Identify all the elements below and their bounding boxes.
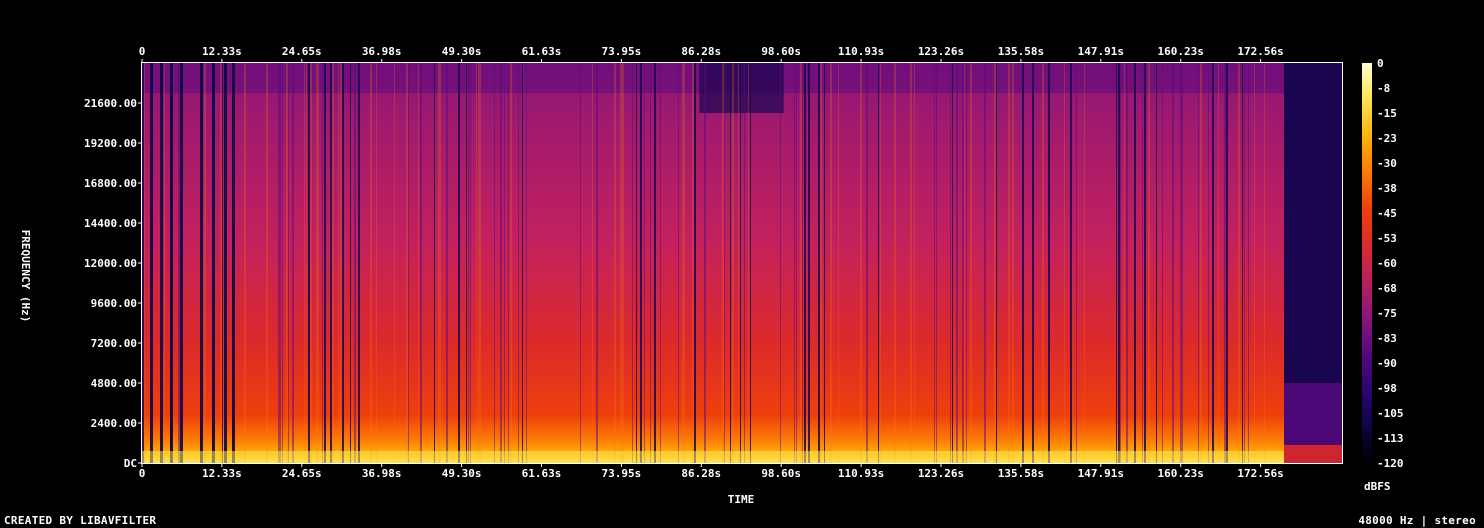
x-tick-top-label: 12.33s (202, 45, 242, 58)
colorbar-scale (1362, 63, 1372, 463)
x-tick-top-label: 61.63s (522, 45, 562, 58)
x-tick-top-label: 0 (139, 45, 146, 58)
x-tick-bottom-label: 61.63s (522, 467, 562, 480)
x-tick-bottom-label: 110.93s (838, 467, 884, 480)
colorbar-tick-label: -53 (1377, 232, 1397, 245)
colorbar-tick-label: -8 (1377, 82, 1390, 95)
colorbar-tick-label: -60 (1377, 257, 1397, 270)
x-axis-label: TIME (728, 493, 755, 506)
colorbar-label: dBFS (1364, 480, 1391, 493)
y-tick-label: 7200.00 (91, 337, 137, 350)
x-tick-top-label: 147.91s (1078, 45, 1124, 58)
y-tick-label: 21600.00 (84, 97, 137, 110)
colorbar-tick-label: 0 (1377, 57, 1384, 70)
colorbar-tick-label: -30 (1377, 157, 1397, 170)
x-tick-bottom-label: 12.33s (202, 467, 242, 480)
x-tick-bottom-label: 147.91s (1078, 467, 1124, 480)
colorbar-tick-label: -15 (1377, 107, 1397, 120)
x-tick-top-label: 73.95s (602, 45, 642, 58)
x-tick-top-label: 160.23s (1158, 45, 1204, 58)
y-axis-label: FREQUENCY (Hz) (19, 230, 32, 323)
x-tick-bottom-label: 73.95s (602, 467, 642, 480)
colorbar-tick-label: -83 (1377, 332, 1397, 345)
x-tick-bottom-label: 135.58s (998, 467, 1044, 480)
x-axis-top: 0 12.33s 24.65s 36.98s 49.30s 61.63s 73.95s 86.… (139, 45, 1284, 63)
plot-area (142, 63, 1342, 463)
x-tick-top-label: 36.98s (362, 45, 402, 58)
x-tick-top-label: 86.28s (681, 45, 721, 58)
x-tick-bottom-label: 98.60s (761, 467, 801, 480)
x-tick-bottom-label: 172.56s (1237, 467, 1283, 480)
x-tick-bottom-label: 123.26s (918, 467, 964, 480)
y-tick-label: 14400.00 (84, 217, 137, 230)
x-tick-bottom-label: 49.30s (442, 467, 482, 480)
spectrogram-chart: 0 12.33s 24.65s 36.98s 49.30s 61.63s 73.95s 86.… (19, 45, 1404, 506)
y-tick-label: 9600.00 (91, 297, 137, 310)
colorbar-tick-label: -68 (1377, 282, 1397, 295)
created-by-label: CREATED BY LIBAVFILTER (4, 514, 157, 527)
colorbar-tick-label: -90 (1377, 357, 1397, 370)
x-tick-bottom-label: 24.65s (282, 467, 322, 480)
x-tick-top-label: 172.56s (1237, 45, 1283, 58)
x-tick-top-label: 123.26s (918, 45, 964, 58)
x-tick-bottom-label: 86.28s (681, 467, 721, 480)
x-tick-top-label: 24.65s (282, 45, 322, 58)
colorbar-tick-label: -23 (1377, 132, 1397, 145)
y-axis: DC 2400.00 4800.00 7200.00 9600.00 12000.00 14… (84, 97, 142, 470)
sample-rate-label: 48000 Hz | stereo (1358, 514, 1476, 527)
x-tick-top-label: 49.30s (442, 45, 482, 58)
colorbar-tick-label: -105 (1377, 407, 1404, 420)
colorbar: 0 -8 -15 -23 -30 -38 -45 -53 -60 -68 -75 -83 -90 -98 -… (1362, 57, 1404, 470)
x-axis-bottom: 0 12.33s 24.65s 36.98s 49.30s 61.63s 73.95s 86.… (139, 463, 1284, 480)
colorbar-tick-label: -75 (1377, 307, 1397, 320)
low-frequency-band (142, 451, 1284, 463)
x-tick-bottom-label: 36.98s (362, 467, 402, 480)
quiet-region (699, 63, 784, 113)
y-tick-label: DC (124, 457, 137, 470)
x-tick-bottom-label: 160.23s (1158, 467, 1204, 480)
y-tick-label: 12000.00 (84, 257, 137, 270)
colorbar-tick-label: -98 (1377, 382, 1397, 395)
colorbar-tick-label: -38 (1377, 182, 1397, 195)
x-tick-top-label: 135.58s (998, 45, 1044, 58)
colorbar-tick-label: -45 (1377, 207, 1397, 220)
y-tick-label: 4800.00 (91, 377, 137, 390)
x-tick-top-label: 98.60s (761, 45, 801, 58)
y-tick-label: 2400.00 (91, 417, 137, 430)
colorbar-tick-label: -113 (1377, 432, 1404, 445)
y-tick-label: 16800.00 (84, 177, 137, 190)
y-tick-label: 19200.00 (84, 137, 137, 150)
x-tick-bottom-label: 0 (139, 467, 146, 480)
colorbar-tick-label: -120 (1377, 457, 1404, 470)
x-tick-top-label: 110.93s (838, 45, 884, 58)
